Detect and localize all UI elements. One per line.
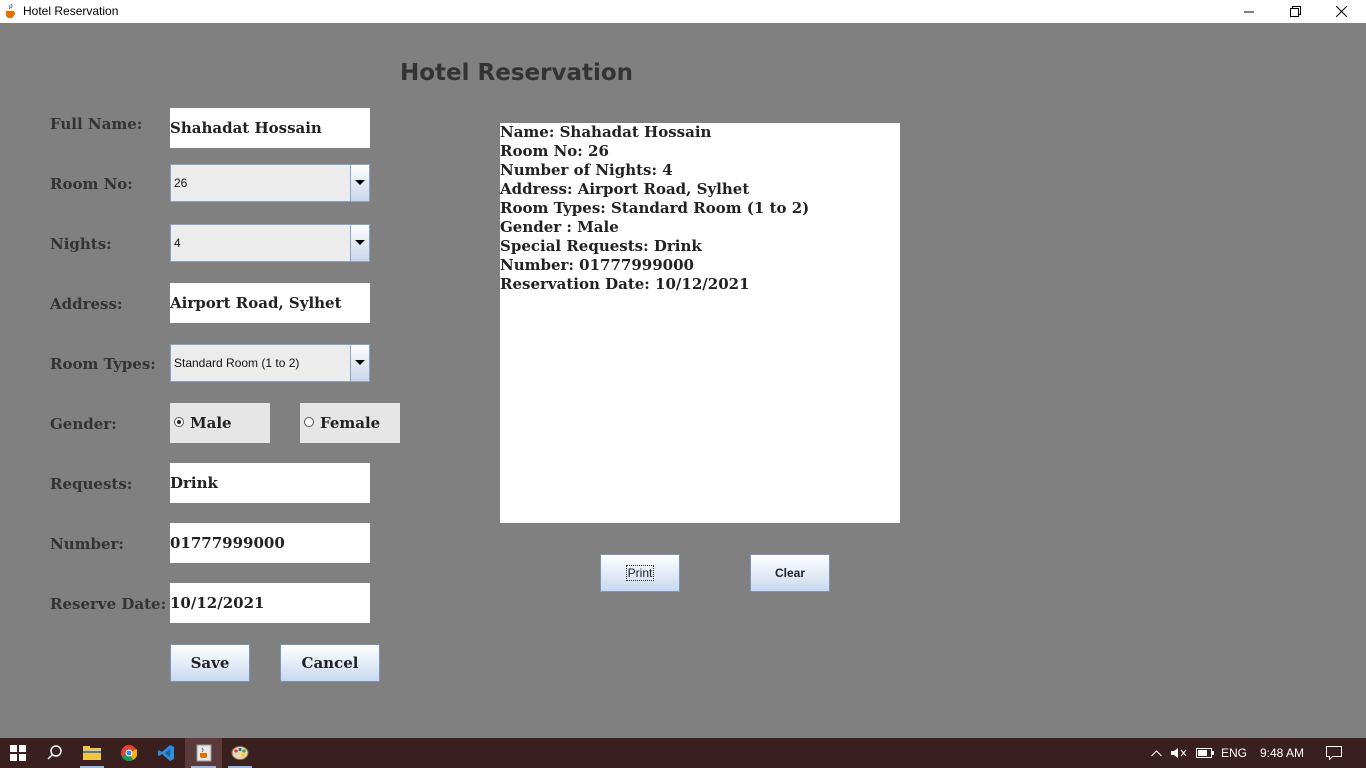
- minimize-icon: [1244, 7, 1254, 17]
- nights-select[interactable]: 4: [170, 224, 370, 262]
- language-indicator[interactable]: ENG: [1221, 738, 1247, 768]
- radio-unselected-icon: [304, 417, 314, 427]
- print-button[interactable]: Print: [600, 554, 680, 592]
- full-name-field[interactable]: Shahadat Hossain: [170, 108, 370, 148]
- receipt-line: Gender : Male: [500, 218, 619, 236]
- receipt-line: Special Requests: Drink: [500, 237, 702, 255]
- reserve-date-field[interactable]: 10/12/2021: [170, 583, 370, 623]
- receipt-textarea[interactable]: Name: Shahadat Hossain Room No: 26 Numbe…: [500, 123, 900, 523]
- receipt-line: Room No: 26: [500, 142, 609, 160]
- receipt-line: Number: 01777999000: [500, 256, 694, 274]
- requests-field[interactable]: Drink: [170, 463, 370, 503]
- radio-selected-icon: [174, 417, 184, 427]
- address-field[interactable]: Airport Road, Sylhet: [170, 283, 370, 323]
- number-label: Number:: [50, 535, 124, 553]
- number-field[interactable]: 01777999000: [170, 523, 370, 563]
- close-icon: [1335, 6, 1347, 17]
- file-explorer-icon[interactable]: [74, 738, 110, 768]
- nights-value: 4: [174, 236, 181, 250]
- reserve-date-label: Reserve Date:: [50, 595, 167, 613]
- restore-icon: [1289, 6, 1301, 17]
- clear-button[interactable]: Clear: [750, 554, 830, 592]
- notification-icon[interactable]: [1322, 738, 1346, 768]
- clock[interactable]: 9:48 AM: [1260, 738, 1304, 768]
- windows-start-icon[interactable]: [0, 738, 36, 768]
- nights-label: Nights:: [50, 235, 112, 253]
- paint-app-icon[interactable]: [222, 738, 258, 768]
- battery-charging-icon[interactable]: [1194, 738, 1216, 768]
- gender-female-label: Female: [320, 414, 381, 432]
- gender-male-label: Male: [190, 414, 232, 432]
- print-button-label: Print: [625, 565, 655, 581]
- gender-female-radio[interactable]: Female: [300, 403, 400, 443]
- chrome-icon[interactable]: [111, 738, 147, 768]
- receipt-line: Name: Shahadat Hossain: [500, 123, 712, 141]
- chevron-up-icon[interactable]: [1147, 738, 1165, 768]
- java-cup-icon: [4, 3, 18, 19]
- vscode-icon[interactable]: [148, 738, 184, 768]
- restore-button[interactable]: [1272, 0, 1318, 23]
- taskbar: ENG 9:48 AM: [0, 738, 1366, 768]
- chevron-down-icon[interactable]: [350, 345, 369, 381]
- room-types-select[interactable]: Standard Room (1 to 2): [170, 344, 370, 382]
- cancel-button[interactable]: Cancel: [280, 644, 380, 682]
- room-types-label: Room Types:: [50, 355, 156, 373]
- room-types-value: Standard Room (1 to 2): [174, 356, 300, 370]
- gender-male-radio[interactable]: Male: [170, 403, 270, 443]
- page-title: Hotel Reservation: [400, 60, 634, 86]
- room-no-select[interactable]: 26: [170, 164, 370, 202]
- window-titlebar: Hotel Reservation: [0, 0, 1366, 23]
- room-no-label: Room No:: [50, 175, 133, 193]
- save-button[interactable]: Save: [170, 644, 250, 682]
- requests-label: Requests:: [50, 475, 133, 493]
- window-title: Hotel Reservation: [23, 4, 119, 18]
- full-name-label: Full Name:: [50, 115, 143, 133]
- gender-label: Gender:: [50, 415, 117, 433]
- java-app-icon[interactable]: [185, 738, 222, 768]
- receipt-line: Room Types: Standard Room (1 to 2): [500, 199, 810, 217]
- close-button[interactable]: [1318, 0, 1364, 23]
- chevron-down-icon[interactable]: [350, 225, 369, 261]
- room-no-value: 26: [174, 176, 188, 190]
- receipt-line: Address: Airport Road, Sylhet: [500, 180, 750, 198]
- search-icon[interactable]: [37, 738, 73, 768]
- receipt-line: Number of Nights: 4: [500, 161, 673, 179]
- chevron-down-icon[interactable]: [350, 165, 369, 201]
- minimize-button[interactable]: [1226, 0, 1272, 23]
- receipt-line: Reservation Date: 10/12/2021: [500, 275, 750, 293]
- speaker-muted-icon[interactable]: [1169, 738, 1189, 768]
- address-label: Address:: [50, 295, 123, 313]
